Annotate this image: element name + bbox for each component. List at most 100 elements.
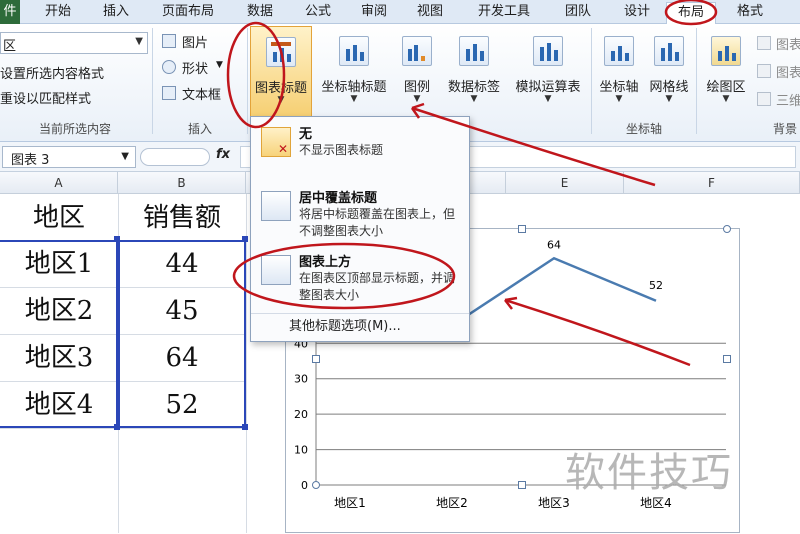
menu-item-title: 无 <box>299 127 313 142</box>
menu-item-no-title[interactable]: ✕ 无 不显示图表标题 <box>251 117 469 183</box>
gridlines-button[interactable]: 网格线 ▼ <box>646 26 692 118</box>
chevron-down-icon: ▼ <box>413 94 421 104</box>
insert-function-icon[interactable]: fx <box>216 147 230 162</box>
data-table-icon <box>533 36 563 66</box>
gridlines-icon <box>654 36 684 66</box>
insert-picture-button[interactable]: 图片 <box>182 32 208 51</box>
menu-item-centered-overlay[interactable]: 居中覆盖标题 将居中标题覆盖在图表上，但不调整图表大小 <box>251 181 469 247</box>
insert-shapes-button[interactable]: 形状 <box>182 58 208 77</box>
chart-element-selector[interactable]: 区 ▼ <box>0 32 148 54</box>
chart-resize-handle[interactable] <box>723 225 731 233</box>
axis-title-label: 坐标轴标题 <box>321 80 387 95</box>
tab-home[interactable]: 开始 <box>30 2 86 24</box>
chart-resize-handle[interactable] <box>518 225 526 233</box>
chart-title-icon <box>266 37 296 67</box>
cell-a1[interactable]: 地区 <box>0 195 118 241</box>
chevron-down-icon: ▼ <box>121 151 129 162</box>
chart-resize-handle[interactable] <box>312 355 320 363</box>
menu-item-above-chart[interactable]: 图表上方 在图表区顶部显示标题，并调整图表大小 <box>251 245 469 311</box>
group-separator <box>696 28 697 134</box>
chart-resize-handle[interactable] <box>518 481 526 489</box>
ribbon-tab-bar: 件 开始 插入 页面布局 数据 公式 审阅 视图 开发工具 团队 设计 布局 格… <box>0 0 800 24</box>
y-tick-label: 0 <box>301 479 308 492</box>
range-handle[interactable] <box>242 424 248 430</box>
insert-textbox-button[interactable]: 文本框 <box>182 84 221 103</box>
x-tick-label: 地区1 <box>334 496 366 510</box>
data-labels-icon <box>459 36 489 66</box>
group-separator <box>591 28 592 134</box>
column-header-e[interactable]: E <box>506 172 624 194</box>
chart-element-value: 区 <box>3 39 17 54</box>
range-handle[interactable] <box>114 424 120 430</box>
rotation-3d-icon <box>757 92 771 106</box>
tab-layout[interactable]: 布局 <box>666 2 716 24</box>
chevron-down-icon: ▼ <box>615 94 623 104</box>
data-label: 52 <box>649 279 663 292</box>
tab-review[interactable]: 审阅 <box>346 2 402 24</box>
axes-button[interactable]: 坐标轴 ▼ <box>594 26 644 118</box>
x-tick-label: 地区4 <box>640 496 672 510</box>
chevron-down-icon: ▼ <box>135 36 143 47</box>
no-title-icon: ✕ <box>261 127 291 157</box>
chart-floor-icon <box>757 64 771 78</box>
tab-insert[interactable]: 插入 <box>88 2 144 24</box>
column-header-b[interactable]: B <box>118 172 246 194</box>
chart-title-label: 图表标题 <box>254 81 307 96</box>
name-box[interactable]: 图表 3 ▼ <box>2 146 136 168</box>
chart-wall-button[interactable]: 图表 <box>776 34 800 53</box>
shapes-icon <box>162 60 176 74</box>
formula-cancel-confirm-group[interactable] <box>140 148 210 166</box>
legend-label: 图例 <box>403 80 430 95</box>
chevron-down-icon: ▼ <box>722 94 730 104</box>
chart-resize-handle[interactable] <box>723 355 731 363</box>
chart-resize-handle[interactable] <box>312 481 320 489</box>
tab-formulas[interactable]: 公式 <box>290 2 346 24</box>
tab-data[interactable]: 数据 <box>232 2 288 24</box>
column-header-f[interactable]: F <box>624 172 800 194</box>
plot-area-button[interactable]: 绘图区 ▼ <box>700 26 752 118</box>
tab-file[interactable]: 件 <box>0 0 20 24</box>
tab-design[interactable]: 设计 <box>612 2 662 24</box>
more-title-options[interactable]: 其他标题选项(M)... <box>251 313 469 341</box>
group-separator <box>152 28 153 134</box>
chart-title-button[interactable]: 图表标题 ▼ <box>250 26 312 118</box>
rotation-3d-button[interactable]: 三维 <box>776 90 800 109</box>
reset-style-button[interactable]: 重设以匹配样式 <box>0 88 91 107</box>
tab-format[interactable]: 格式 <box>722 2 778 24</box>
data-labels-button[interactable]: 数据标签 ▼ <box>442 26 506 118</box>
chart-wall-icon <box>757 36 771 50</box>
chevron-down-icon: ▼ <box>216 60 223 70</box>
above-chart-title-icon <box>261 255 291 285</box>
chart-title-dropdown: ✕ 无 不显示图表标题 居中覆盖标题 将居中标题覆盖在图表上，但不调整图表大小 … <box>250 116 470 342</box>
column-divider <box>246 194 247 533</box>
tab-page-layout[interactable]: 页面布局 <box>148 2 228 24</box>
axes-label: 坐标轴 <box>599 80 639 95</box>
plot-area-icon <box>711 36 741 66</box>
group-label-current-selection: 当前所选内容 <box>38 122 111 136</box>
tab-developer[interactable]: 开发工具 <box>464 2 544 24</box>
menu-item-title: 图表上方 <box>299 255 352 270</box>
data-table-button[interactable]: 模拟运算表 ▼ <box>508 26 588 118</box>
range-handle[interactable] <box>114 236 120 242</box>
tab-team[interactable]: 团队 <box>550 2 606 24</box>
data-table-label: 模拟运算表 <box>515 80 581 95</box>
textbox-icon <box>162 86 176 100</box>
watermark: 软件技巧 <box>565 450 733 496</box>
category-range-highlight <box>0 240 118 428</box>
menu-item-description: 不显示图表标题 <box>299 143 384 157</box>
group-label-axes: 坐标轴 <box>625 122 662 136</box>
chevron-down-icon: ▼ <box>350 94 358 104</box>
format-selection-button[interactable]: 设置所选内容格式 <box>0 63 104 82</box>
group-label-insert: 插入 <box>187 122 212 136</box>
name-box-value: 图表 3 <box>11 153 50 168</box>
range-handle[interactable] <box>242 236 248 242</box>
chart-floor-button[interactable]: 图表 <box>776 62 800 81</box>
axis-title-button[interactable]: 坐标轴标题 ▼ <box>316 26 392 118</box>
cell-b1[interactable]: 销售额 <box>118 195 246 241</box>
chevron-down-icon: ▼ <box>277 95 285 105</box>
column-header-a[interactable]: A <box>0 172 118 194</box>
y-tick-label: 10 <box>294 444 308 457</box>
data-labels-label: 数据标签 <box>447 80 500 95</box>
tab-view[interactable]: 视图 <box>402 2 458 24</box>
legend-button[interactable]: 图例 ▼ <box>396 26 438 118</box>
